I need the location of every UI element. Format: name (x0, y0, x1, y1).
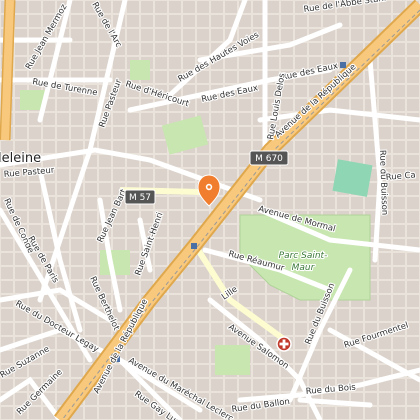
map-view[interactable]: Rue de l'Abbé Stahl Rue Jean Mermoz Rue … (0, 0, 420, 420)
park-label-line1: Parc Saint- (279, 251, 328, 261)
road-shield-m57: M 57 (124, 189, 156, 205)
map-canvas[interactable]: Rue de l'Abbé Stahl Rue Jean Mermoz Rue … (0, 0, 420, 420)
hospital-icon[interactable] (276, 336, 292, 352)
svg-text:M 57: M 57 (129, 193, 151, 203)
road-shield-m670: M 670 (249, 150, 289, 166)
sports-pitch (332, 159, 373, 197)
svg-text:M 670: M 670 (255, 154, 283, 164)
park-label-line2: Maur (292, 263, 316, 273)
boulevard-west-fill (1, 0, 14, 141)
district-label: leleine (0, 151, 41, 166)
